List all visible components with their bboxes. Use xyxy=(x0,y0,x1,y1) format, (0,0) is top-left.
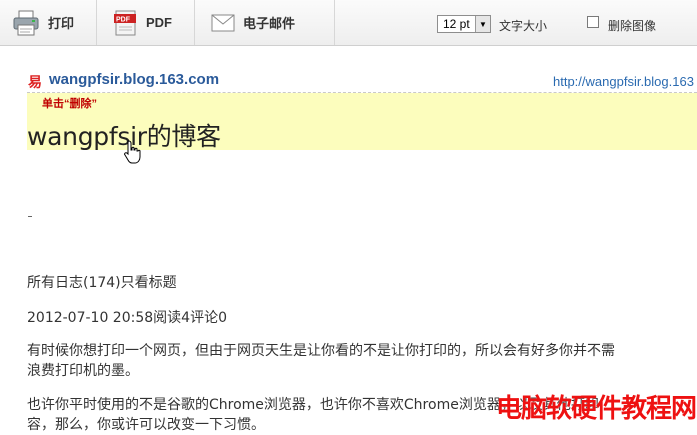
remove-images-label[interactable]: 删除图像 xyxy=(608,17,656,34)
paragraph: 有时候你想打印一个网页，但由于网页天生是让你看的不是让你打印的，所以会有好多你并… xyxy=(27,341,615,381)
printer-icon xyxy=(12,10,40,36)
paragraph-line: 浪费打印机的墨。 xyxy=(27,363,139,379)
log-count-line: 所有日志(174)只看标题 xyxy=(27,275,177,291)
hand-cursor-icon xyxy=(124,140,142,164)
separator-mark xyxy=(28,216,32,217)
email-label: 电子邮件 xyxy=(243,16,296,31)
print-label: 打印 xyxy=(48,16,75,31)
email-button[interactable]: 电子邮件 xyxy=(211,0,321,45)
site-url: http://wangpfsir.blog.163 xyxy=(553,74,694,89)
toolbar-divider xyxy=(334,0,335,45)
site-watermark: 电脑软硬件教程网 xyxy=(496,394,697,424)
remove-images-checkbox[interactable] xyxy=(587,16,599,28)
font-size-label: 文字大小 xyxy=(499,19,548,33)
envelope-icon xyxy=(211,14,235,32)
pdf-icon: PDF xyxy=(114,10,138,36)
font-size-value: 12 pt xyxy=(443,17,470,31)
pdf-label: PDF xyxy=(146,15,172,30)
toolbar-divider xyxy=(194,0,195,45)
netease-logo-icon: 易 xyxy=(28,74,42,90)
print-toolbar: 打印 PDF PDF 电子邮件 12 pt ▼ 文字大小 删除图像 xyxy=(0,0,697,46)
paragraph-line: 有时候你想打印一个网页，但由于网页天生是让你看的不是让你打印的，所以会有好多你并… xyxy=(27,343,615,359)
site-name-link[interactable]: wangpfsir.blog.163.com xyxy=(49,71,219,88)
print-button[interactable]: 打印 xyxy=(12,0,92,45)
toolbar-divider xyxy=(96,0,97,45)
post-meta: 2012-07-10 20:58阅读4评论0 xyxy=(27,310,227,326)
pdf-button[interactable]: PDF PDF xyxy=(114,0,194,45)
font-size-select[interactable]: 12 pt ▼ xyxy=(437,15,491,33)
chevron-down-icon[interactable]: ▼ xyxy=(475,16,490,32)
click-delete-annotation: 单击“删除” xyxy=(38,96,101,113)
svg-text:PDF: PDF xyxy=(116,16,131,23)
